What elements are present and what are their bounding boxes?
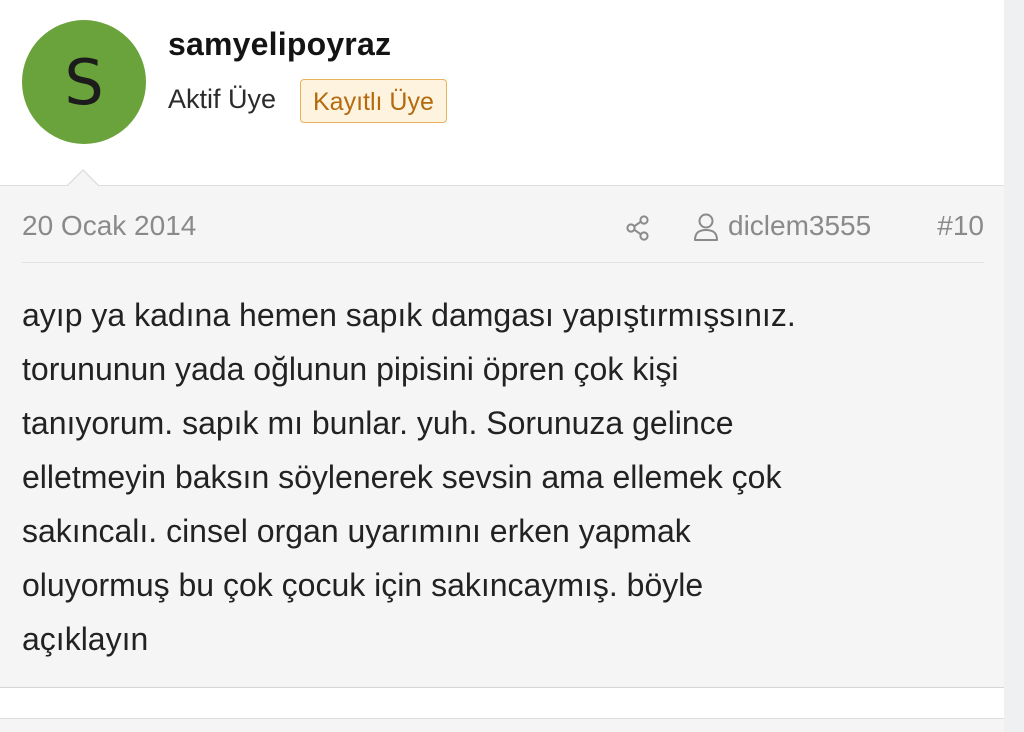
next-post-card <box>0 718 1004 732</box>
post-body-line: torununun yada oğlunun pipisini öpren ço… <box>22 351 679 387</box>
post-body-line: oluyormuş bu çok çocuk için sakıncaymış.… <box>22 567 704 603</box>
share-icon[interactable] <box>624 214 652 242</box>
page: S samyelipoyraz Aktif Üye Kayıtlı Üye 20… <box>0 0 1004 732</box>
post-body-line: ayıp ya kadına hemen sapık damgası yapış… <box>22 297 796 333</box>
user-badge: Kayıtlı Üye <box>300 79 447 123</box>
user-title: Aktif Üye <box>168 84 277 114</box>
post-body-line: açıklayın <box>22 621 149 657</box>
post-body: ayıp ya kadına hemen sapık damgası yapış… <box>22 288 982 666</box>
post-body-line: tanıyorum. sapık mı bunlar. yuh. Sorunuz… <box>22 405 734 441</box>
avatar-letter: S <box>64 45 104 119</box>
post-meta: 20 Ocak 2014 diclem3555 #10 <box>22 206 984 263</box>
post-body-line: elletmeyin baksın söylenerek sevsin ama … <box>22 459 782 495</box>
post-card: 20 Ocak 2014 diclem3555 #10 ayıp ya kadı… <box>0 185 1004 688</box>
username[interactable]: samyelipoyraz <box>168 26 391 63</box>
post-body-line: sakıncalı. cinsel organ uyarımını erken … <box>22 513 691 549</box>
page-gutter <box>1004 0 1024 732</box>
user-icon <box>694 213 718 241</box>
post-author[interactable]: diclem3555 <box>728 210 871 242</box>
post-date[interactable]: 20 Ocak 2014 <box>22 210 196 242</box>
user-header: S samyelipoyraz Aktif Üye Kayıtlı Üye <box>0 0 1004 186</box>
avatar[interactable]: S <box>22 20 146 144</box>
post-number[interactable]: #10 <box>937 210 984 242</box>
message-caret <box>67 171 99 187</box>
